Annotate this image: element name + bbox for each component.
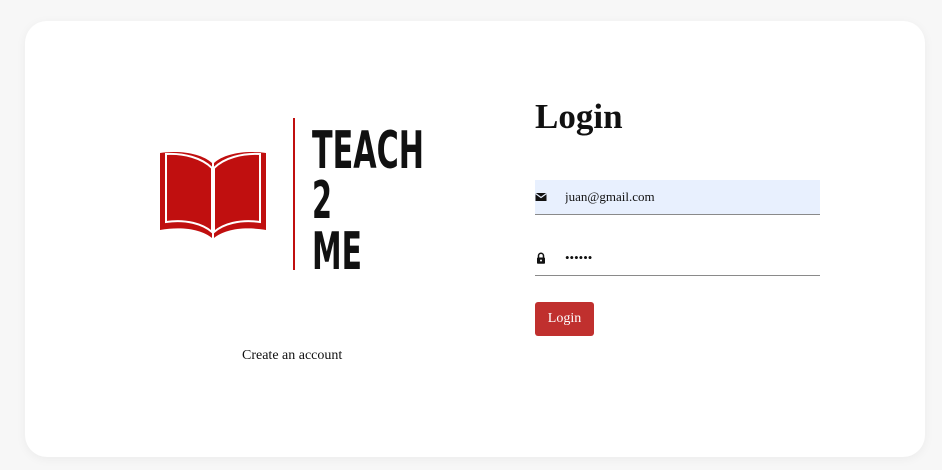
- login-card: TEACH 2 ME Create an account Login Login: [25, 21, 925, 457]
- password-field[interactable]: [535, 241, 820, 276]
- email-input[interactable]: [565, 180, 815, 214]
- mail-icon: [535, 193, 547, 201]
- email-field[interactable]: [535, 180, 820, 215]
- lock-icon: [537, 252, 545, 264]
- login-button[interactable]: Login: [535, 302, 594, 336]
- logo-divider: [293, 118, 295, 270]
- create-account-link[interactable]: Create an account: [242, 348, 342, 364]
- password-input[interactable]: [565, 241, 815, 275]
- teach2me-logo: TEACH 2 ME: [160, 118, 424, 270]
- book-icon: [160, 152, 266, 238]
- logo-line-3: ME: [312, 222, 362, 270]
- page-title: Login: [535, 97, 623, 136]
